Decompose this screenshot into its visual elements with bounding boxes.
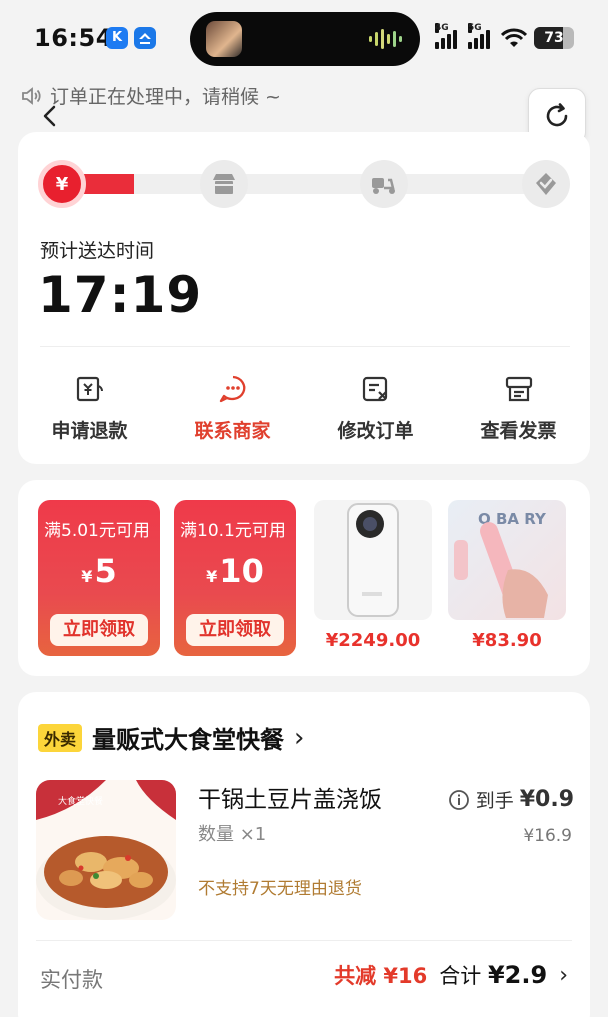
original-price: ¥16.9 (523, 826, 572, 846)
payment-summary[interactable]: 共减 ¥16 合计 ¥2.9 › (334, 960, 568, 990)
coupon-card[interactable]: 满10.1元可用 ¥10 立即领取 (174, 500, 296, 656)
total-discount: 共减 ¥16 (334, 964, 428, 988)
edit-order-label: 修改订单 (337, 420, 414, 442)
product-price: ¥2249.00 (325, 630, 421, 651)
shop-header[interactable]: 外卖 量贩式大食堂快餐 › (38, 720, 304, 755)
final-price-value: ¥0.9 (519, 787, 574, 812)
step-complete (522, 160, 570, 208)
product-price: ¥83.90 (472, 630, 542, 651)
chevron-right-icon: › (294, 722, 305, 753)
battery-icon: 73 (534, 27, 574, 49)
step-delivery (360, 160, 408, 208)
chevron-right-icon: › (559, 962, 568, 988)
refund-button[interactable]: 申请退款 (18, 374, 161, 443)
claim-coupon-button[interactable]: 立即领取 (50, 614, 148, 646)
svg-text:大食堂快餐: 大食堂快餐 (58, 795, 103, 807)
audio-wave-icon (369, 29, 402, 49)
edit-order-icon (362, 376, 387, 402)
order-actions: 申请退款 联系商家 修改订单 查看发票 (18, 374, 590, 443)
eta-label: 预计送达时间 (40, 240, 155, 262)
info-icon[interactable] (448, 789, 470, 811)
app-k-icon: K (106, 27, 128, 49)
refund-icon (76, 376, 103, 402)
divider (40, 346, 570, 347)
wifi-icon (501, 28, 527, 47)
coupon-condition: 满5.01元可用 (44, 521, 150, 541)
product-device[interactable]: O BA RY ¥83.90 (448, 500, 566, 651)
music-cover-thumbnail (206, 21, 242, 57)
coupon-amount: ¥5 (81, 552, 117, 590)
status-time: 16:54 (34, 24, 113, 52)
invoice-icon (505, 376, 532, 402)
store-icon (213, 174, 235, 194)
contact-merchant-button[interactable]: 联系商家 (161, 374, 304, 443)
refresh-icon (546, 103, 568, 127)
notice-text: 订单正在处理中，请稍候 ~ (50, 86, 281, 108)
back-arrow-icon[interactable] (38, 104, 62, 128)
dynamic-island[interactable] (190, 12, 420, 66)
progress-track (64, 174, 564, 194)
dish-quantity: 数量 ×1 (198, 824, 267, 845)
signal-4g-icon: 4G (435, 23, 461, 49)
divider (36, 940, 572, 941)
total-amount: 合计 ¥2.9 (439, 961, 548, 989)
phone-image (314, 500, 432, 620)
coupon-condition: 满10.1元可用 (180, 521, 286, 541)
promo-card: 满5.01元可用 ¥5 立即领取 满10.1元可用 ¥10 立即领取 ¥2249… (18, 480, 590, 676)
invoice-label: 查看发票 (480, 420, 557, 442)
edit-order-button[interactable]: 修改订单 (304, 374, 447, 443)
shop-name: 量贩式大食堂快餐 (92, 726, 285, 754)
takeout-tag: 外卖 (38, 723, 83, 752)
coupon-amount: ¥10 (206, 552, 264, 590)
paid-label: 实付款 (40, 968, 103, 992)
eta-time: 17:19 (38, 266, 203, 324)
order-detail-card: 外卖 量贩式大食堂快餐 › 大食堂快餐 干锅土豆片盖浇饭 数量 ×1 不支持7天… (18, 692, 590, 1017)
device-image: O BA RY (448, 500, 566, 620)
no-refund-notice: 不支持7天无理由退货 (198, 879, 362, 899)
claim-coupon-button[interactable]: 立即领取 (186, 614, 284, 646)
step-payment: ¥ (38, 160, 86, 208)
chat-icon (219, 375, 245, 403)
delivery-scooter-icon (372, 178, 395, 194)
dish-image[interactable]: 大食堂快餐 (36, 780, 176, 920)
step-store (200, 160, 248, 208)
check-shield-icon (536, 173, 556, 195)
product-phone[interactable]: ¥2249.00 (314, 500, 432, 651)
final-price: 到手 ¥0.9 (448, 786, 574, 813)
signal-5g-icon: 5G (468, 23, 494, 49)
coupon-card[interactable]: 满5.01元可用 ¥5 立即领取 (38, 500, 160, 656)
status-bar: 16:54 K 4G 5G 73 (0, 0, 608, 76)
dish-name: 干锅土豆片盖浇饭 (198, 787, 382, 813)
contact-merchant-label: 联系商家 (194, 420, 271, 442)
app-notification-icon (134, 27, 156, 49)
order-status-card: ¥ 预计送达时间 17:19 申请退款 联系商家 修改订单 查看发票 (18, 132, 590, 464)
refund-label: 申请退款 (51, 420, 128, 442)
final-price-label: 到手 (475, 790, 514, 812)
invoice-button[interactable]: 查看发票 (447, 374, 590, 443)
